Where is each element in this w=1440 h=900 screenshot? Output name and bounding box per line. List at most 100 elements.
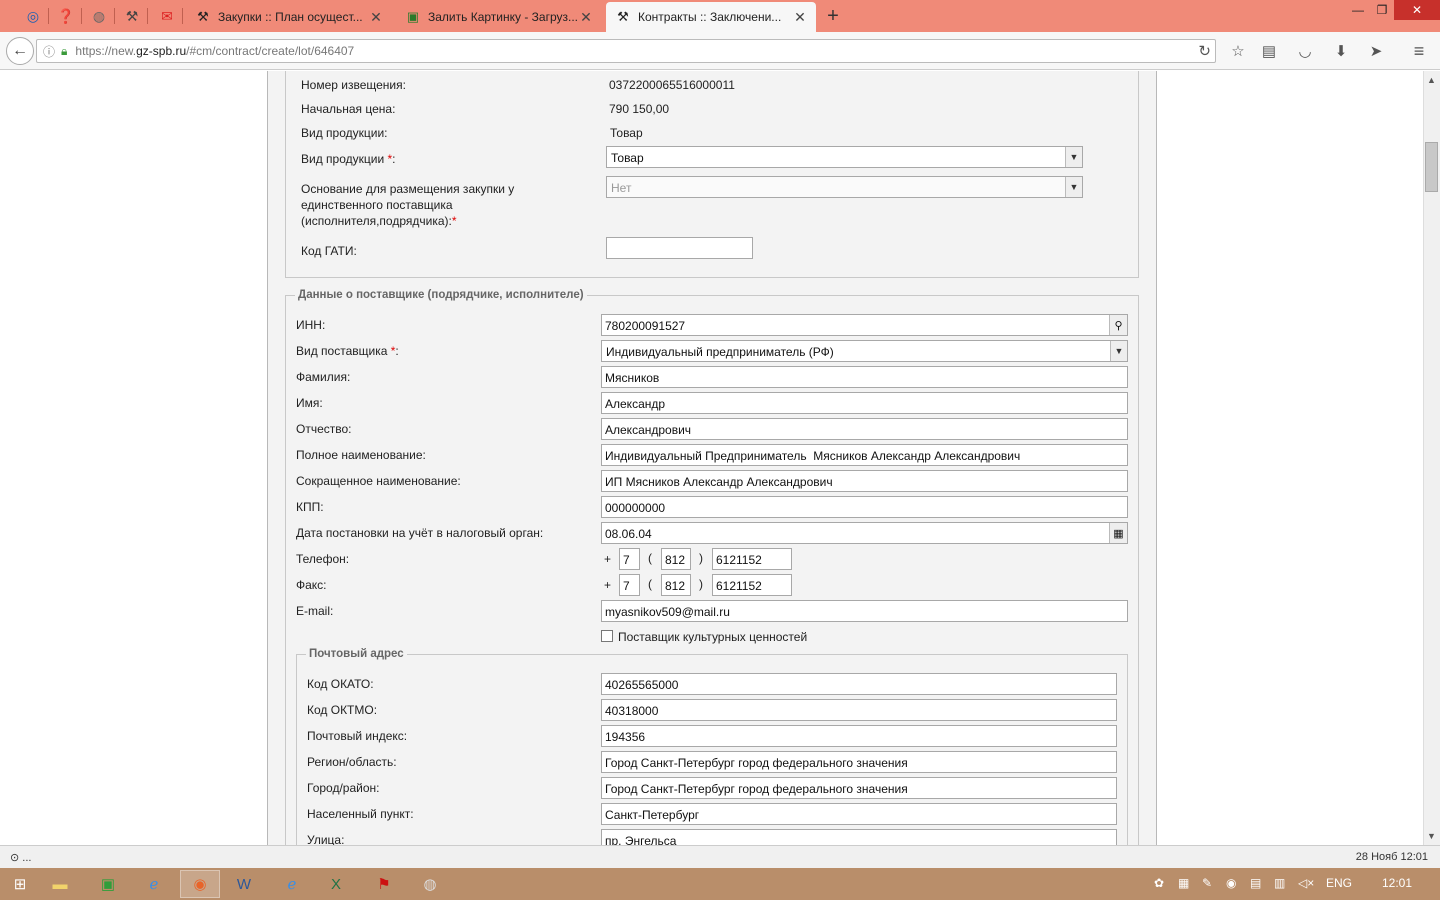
clock[interactable]: 12:01 [1382, 876, 1412, 890]
maximize-icon[interactable]: ❐ [1370, 0, 1394, 20]
tray-icon-2[interactable]: ▦ [1178, 876, 1189, 890]
scroll-up-icon[interactable]: ▲ [1423, 72, 1440, 88]
fax-plus: + [604, 578, 612, 592]
fax-country-input[interactable]: 7 [619, 574, 640, 596]
short-name-input[interactable]: ИП Мясников Александр Александрович [601, 470, 1128, 492]
url-bar[interactable]: ⓘ 🔒︎ https://new.gz-spb.ru/#cm/contract/… [36, 39, 1216, 63]
phone-plus: + [604, 552, 612, 566]
search-icon[interactable]: ⚲ [1109, 315, 1127, 335]
email-label: E-mail: [296, 604, 334, 618]
basis-select[interactable]: Нет ▼ [606, 176, 1083, 198]
middle-name-input[interactable]: Александрович [601, 418, 1128, 440]
oktmo-input[interactable]: 40318000 [601, 699, 1117, 721]
phone-country-input[interactable]: 7 [619, 548, 640, 570]
word-icon[interactable]: W [224, 870, 264, 898]
kpp-label: КПП: [296, 500, 324, 514]
internet-explorer-icon[interactable]: ℯ [134, 870, 174, 898]
cultural-checkbox[interactable] [601, 630, 613, 642]
new-tab-button[interactable]: + [820, 2, 846, 30]
pinned-tab-hammer-icon[interactable]: ⚒ [117, 4, 147, 28]
email-input[interactable]: myasnikov509@mail.ru [601, 600, 1128, 622]
supplier-type-select[interactable]: Индивидуальный предприниматель (РФ) ▼ [601, 340, 1128, 362]
file-explorer-icon[interactable]: ▬ [40, 870, 80, 898]
scroll-thumb[interactable] [1425, 142, 1438, 192]
volume-muted-icon[interactable]: ◁× [1298, 876, 1314, 890]
scroll-down-icon[interactable]: ▼ [1423, 828, 1440, 844]
basis-label-line3: (исполнителя,подрядчика):* [301, 214, 457, 228]
full-name-input[interactable]: Индивидуальный Предприниматель Мясников … [601, 444, 1128, 466]
full-name-label: Полное наименование: [296, 448, 426, 462]
street-input[interactable]: пр. Энгельса [601, 829, 1117, 845]
region-input[interactable]: Город Санкт-Петербург город федерального… [601, 751, 1117, 773]
chevron-down-icon[interactable]: ▼ [1065, 147, 1082, 167]
url-text[interactable]: https://new.gz-spb.ru/#cm/contract/creat… [75, 44, 354, 58]
tax-date-input[interactable]: 08.06.04 ▦ [601, 522, 1128, 544]
download-icon[interactable]: ⬇ [1329, 40, 1353, 62]
status-left-text: ⊙ ... [10, 852, 32, 864]
pinned-tab-mail-icon[interactable]: ✉ [152, 4, 182, 28]
misc-app-icon[interactable]: ◍ [410, 870, 450, 898]
firefox-icon[interactable]: ◉ [180, 870, 220, 898]
green-app-icon[interactable]: ▣ [88, 870, 128, 898]
tab-zalit-kartinku[interactable]: ▣ Залить Картинку - Загруз... ✕ [396, 2, 602, 32]
locality-input[interactable]: Санкт-Петербург [601, 803, 1117, 825]
first-name-input[interactable]: Александр [601, 392, 1128, 414]
calendar-icon[interactable]: ▦ [1109, 523, 1127, 543]
chevron-down-icon[interactable]: ▼ [1065, 177, 1082, 197]
fax-code-input[interactable]: 812 [661, 574, 691, 596]
info-icon[interactable]: ⓘ [43, 43, 55, 60]
fax-number-input[interactable]: 6121152 [712, 574, 792, 596]
reload-icon[interactable]: ↻ [1198, 42, 1211, 60]
send-icon[interactable]: ➤ [1364, 40, 1388, 62]
pinned-tab-target-icon[interactable]: ◎ [18, 4, 48, 28]
close-tab-icon[interactable]: ✕ [578, 9, 594, 26]
gati-input[interactable] [606, 237, 753, 259]
reading-list-icon[interactable]: ▤ [1257, 40, 1281, 62]
tab-kontrakty[interactable]: ⚒ Контракты :: Заключени... ✕ [606, 2, 816, 32]
kpp-input[interactable]: 000000000 [601, 496, 1128, 518]
close-tab-icon[interactable]: ✕ [792, 9, 808, 26]
network-icon[interactable]: ▥ [1274, 876, 1285, 890]
tray-icon-5[interactable]: ▤ [1250, 876, 1261, 890]
bookmark-star-icon[interactable]: ☆ [1226, 40, 1250, 62]
phone-lparen: ( [648, 551, 652, 565]
back-arrow-icon[interactable]: ← [6, 37, 34, 65]
tab-zakupki-plan[interactable]: ⚒ Закупки :: План осущест... ✕ [186, 2, 392, 32]
city-input[interactable]: Город Санкт-Петербург город федерального… [601, 777, 1117, 799]
tray-icon-1[interactable]: ✿ [1154, 876, 1164, 890]
internet-explorer-2-icon[interactable]: ℯ [272, 870, 312, 898]
phone-code-input[interactable]: 812 [661, 548, 691, 570]
inn-input[interactable]: 780200091527 ⚲ [601, 314, 1128, 336]
phone-label: Телефон: [296, 552, 350, 566]
language-indicator[interactable]: ENG [1326, 876, 1352, 890]
image-icon: ▣ [406, 9, 420, 24]
kind-select[interactable]: Товар ▼ [606, 146, 1083, 168]
last-name-label: Фамилия: [296, 370, 351, 384]
kind-select-label: Вид продукции *: [301, 152, 396, 166]
window-close-icon[interactable]: ✕ [1394, 0, 1440, 20]
menu-hamburger-icon[interactable]: ≡ [1407, 40, 1431, 62]
postal-index-input[interactable]: 194356 [601, 725, 1117, 747]
tray-icon-3[interactable]: ✎ [1202, 876, 1212, 890]
phone-number-input[interactable]: 6121152 [712, 548, 792, 570]
postal-index-label: Почтовый индекс: [307, 729, 408, 743]
notice-value: 0372200065516000011 [609, 78, 735, 92]
windows-start-icon[interactable]: ⊞ [0, 870, 40, 898]
price-value: 790 150,00 [609, 102, 670, 116]
pinned-tab-help-icon[interactable]: ❓ [51, 4, 81, 28]
city-label: Город/район: [307, 781, 380, 795]
minimize-icon[interactable]: — [1346, 0, 1370, 20]
excel-icon[interactable]: X [316, 870, 356, 898]
notice-label: Номер извещения: [301, 78, 406, 92]
pocket-icon[interactable]: ◡ [1293, 40, 1317, 62]
acrobat-icon[interactable]: ⚑ [364, 870, 404, 898]
chevron-down-icon[interactable]: ▼ [1110, 341, 1127, 361]
okato-input[interactable]: 40265565000 [601, 673, 1117, 695]
tray-icon-4[interactable]: ◉ [1226, 876, 1236, 890]
phone-rparen: ) [699, 551, 703, 565]
street-label: Улица: [307, 833, 345, 845]
fax-lparen: ( [648, 577, 652, 591]
last-name-input[interactable]: Мясников [601, 366, 1128, 388]
close-tab-icon[interactable]: ✕ [368, 9, 384, 26]
pinned-tab-globe-icon[interactable]: ◍ [84, 4, 114, 28]
